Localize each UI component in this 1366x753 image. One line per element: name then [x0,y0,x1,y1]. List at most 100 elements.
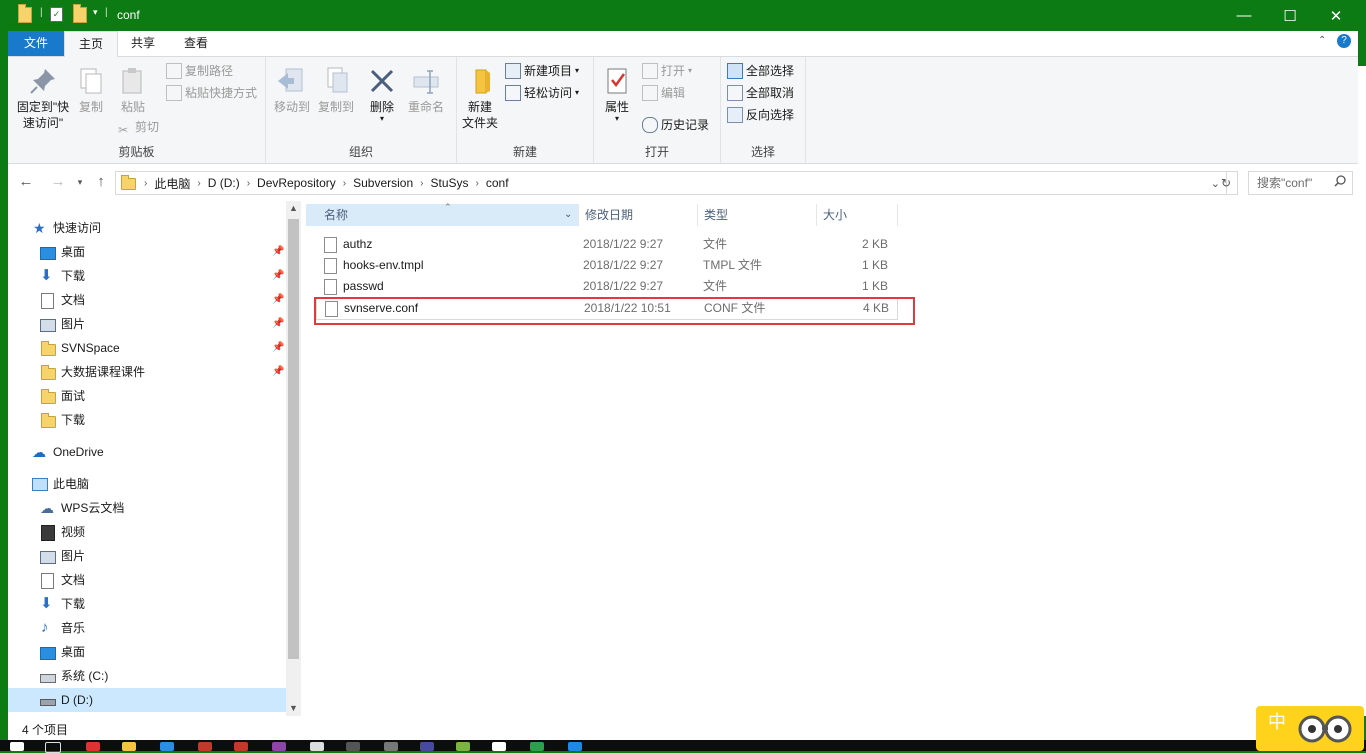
move-to-button[interactable]: 移动到 [272,65,312,115]
rename-button[interactable]: 重命名 [406,65,446,115]
delete-button[interactable]: 删除 ▾ [366,65,398,123]
breadcrumb-devrepository[interactable]: DevRepository [252,176,341,190]
tab-file[interactable]: 文件 [8,31,64,56]
pin-icon[interactable]: 📌 [272,240,284,264]
tab-home[interactable]: 主页 [64,31,118,58]
column-header-type[interactable]: 类型 [698,204,817,226]
nav-this-pc[interactable]: 此电脑 [8,472,286,496]
refresh-icon[interactable]: ↻ [1215,171,1238,195]
nav-item-pc-pictures[interactable]: 图片 [8,544,286,568]
column-header-date[interactable]: 修改日期 [579,204,698,226]
search-input[interactable]: 搜索"conf" [1248,171,1353,195]
app-icon[interactable] [234,742,248,751]
forward-arrow-icon[interactable]: → [48,171,68,193]
select-all-button[interactable]: 全部选择 [727,61,794,81]
tab-share[interactable]: 共享 [118,31,168,56]
app-icon[interactable] [530,742,544,751]
nav-item-pc-desktop[interactable]: 桌面 [8,640,286,664]
ime-toolbar[interactable]: 中 [1256,706,1364,751]
column-header-name[interactable]: 名称 ⌃ ⌄ [306,202,579,226]
easy-access-button[interactable]: 轻松访问 ▾ [505,83,579,103]
scroll-up-chevron-icon[interactable]: ▲ [289,203,298,213]
nav-item-c-drive[interactable]: 系统 (C:) [8,664,286,688]
app-icon[interactable] [198,742,212,751]
app-icon[interactable] [310,742,324,751]
copy-to-button[interactable]: 复制到 [316,65,356,115]
breadcrumb-stusys[interactable]: StuSys [425,176,473,190]
task-view-icon[interactable] [45,742,61,753]
paste-shortcut-button[interactable]: 粘贴快捷方式 [166,83,257,103]
pin-icon[interactable]: 📌 [272,288,284,312]
start-windows-icon[interactable] [10,742,24,751]
nav-item-svnspace[interactable]: SVNSpace 📌 [8,336,286,360]
nav-quick-access[interactable]: ★ 快速访问 [8,216,286,240]
nav-item-videos[interactable]: 视频 [8,520,286,544]
nav-item-pictures[interactable]: 图片 📌 [8,312,286,336]
breadcrumb-subversion[interactable]: Subversion [348,176,418,190]
pin-icon[interactable]: 📌 [272,312,284,336]
nav-item-interview[interactable]: 面试 [8,384,286,408]
breadcrumb-d-drive[interactable]: D (D:) [203,176,245,190]
app-icon[interactable] [568,742,582,751]
nav-item-d-drive[interactable]: D (D:) [8,688,286,712]
new-folder-quick-icon[interactable] [73,4,87,23]
table-row[interactable]: authz 2018/1/22 9:27 文件 2 KB [316,234,896,255]
minimize-button[interactable]: — [1221,0,1267,31]
tab-view[interactable]: 查看 [170,31,222,56]
properties-button[interactable]: 属性 ▾ [600,65,634,123]
address-bar[interactable]: › 此电脑 › D (D:) › DevRepository › Subvers… [115,171,1227,195]
pin-to-quick-access-button[interactable]: 固定到"快速访问" [14,65,72,131]
ime-mode-label[interactable]: 中 [1268,708,1286,734]
history-button[interactable]: 历史记录 [642,115,709,135]
chevron-down-icon[interactable]: ⌄ [564,204,572,226]
nav-item-pc-documents[interactable]: 文档 [8,568,286,592]
nav-item-downloads[interactable]: ⬇ 下载 📌 [8,264,286,288]
file-explorer-icon[interactable] [122,742,136,751]
properties-quick-icon[interactable]: ✓ [50,7,63,22]
nav-item-bigdata-courseware[interactable]: 大数据课程课件 📌 [8,360,286,384]
app-icon[interactable] [384,742,398,751]
back-arrow-icon[interactable]: ← [16,171,36,193]
app-icon[interactable] [86,742,100,751]
nav-item-desktop[interactable]: 桌面 📌 [8,240,286,264]
app-icon[interactable] [456,742,470,751]
close-button[interactable]: ✕ [1313,0,1359,31]
pin-icon[interactable]: 📌 [272,336,284,360]
copy-path-button[interactable]: 复制路径 [166,61,233,81]
app-icon[interactable] [492,742,506,751]
invert-selection-button[interactable]: 反向选择 [727,105,794,125]
pin-icon[interactable]: 📌 [272,360,284,384]
edit-button[interactable]: 编辑 [642,83,685,103]
new-item-button[interactable]: 新建项目 ▾ [505,61,579,81]
help-icon[interactable]: ? [1337,34,1351,48]
customize-quick-access-chevron-icon[interactable]: ▾ [93,7,98,18]
up-arrow-icon[interactable]: ↑ [91,171,111,193]
nav-item-downloads-folder[interactable]: 下载 [8,408,286,432]
app-icon[interactable] [160,742,174,751]
nav-item-documents[interactable]: 文档 📌 [8,288,286,312]
scroll-down-chevron-icon[interactable]: ▼ [289,703,298,713]
nav-onedrive[interactable]: ☁ OneDrive [8,440,286,464]
nav-item-pc-downloads[interactable]: ⬇ 下载 [8,592,286,616]
new-folder-button[interactable]: 新建 文件夹 [461,65,499,131]
app-icon[interactable] [420,742,434,751]
column-header-size[interactable]: 大小 [817,204,898,226]
cut-button[interactable]: ✂ 剪切 [118,117,159,137]
app-icon[interactable] [272,742,286,751]
nav-item-music[interactable]: ♪ 音乐 [8,616,286,640]
pin-icon[interactable]: 📌 [272,264,284,288]
table-row[interactable]: hooks-env.tmpl 2018/1/22 9:27 TMPL 文件 1 … [316,255,896,276]
nav-item-wps-cloud[interactable]: ☁ WPS云文档 [8,496,286,520]
app-icon[interactable] [346,742,360,751]
breadcrumb-conf[interactable]: conf [481,176,514,190]
nav-pane-scrollbar[interactable]: ▲ ▼ [286,201,301,716]
copy-button[interactable]: 复制 [74,65,108,115]
select-none-button[interactable]: 全部取消 [727,83,794,103]
breadcrumb-this-pc[interactable]: 此电脑 [149,175,195,192]
maximize-button[interactable]: ☐ [1267,0,1313,31]
paste-button[interactable]: 粘贴 [116,65,150,115]
collapse-ribbon-chevron-icon[interactable]: ⌃ [1318,35,1326,46]
open-button[interactable]: 打开 ▾ [642,61,692,81]
recent-locations-chevron-icon[interactable]: ▾ [70,171,90,193]
scrollbar-thumb[interactable] [288,219,299,659]
